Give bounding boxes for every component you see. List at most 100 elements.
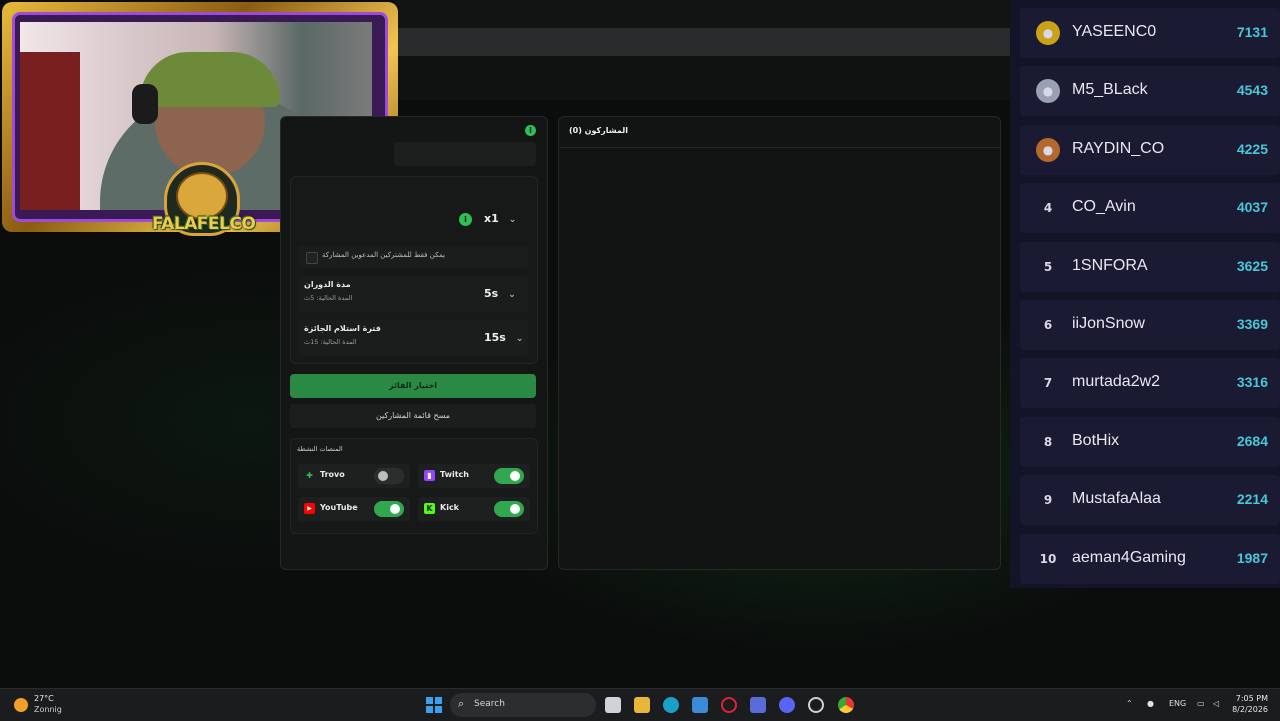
claim-period-title: فترة استلام الجائزة	[304, 324, 381, 333]
chevron-up-icon[interactable]: ⌃	[1126, 699, 1133, 708]
multiplier-select[interactable]: x1 ⌄	[484, 209, 516, 229]
leaderboard-name: CO_Avin	[1072, 198, 1136, 215]
leaderboard-score: 2684	[1236, 433, 1268, 449]
taskbar: 27°C Zonnig ⌕ Search ⌃ ● ENG ▭ ◁ 7:05 PM…	[0, 688, 1280, 721]
pick-winner-button[interactable]: اختيار الفائز	[290, 374, 536, 398]
platform-name: YouTube	[320, 503, 358, 512]
leaderboard-name: MustafaAlaa	[1072, 490, 1161, 507]
search-icon: ⌕	[458, 697, 465, 710]
address-bar[interactable]	[395, 28, 1010, 58]
spin-duration-title: مدة الدوران	[304, 280, 351, 289]
info-icon[interactable]: i	[525, 125, 536, 136]
silver-medal-icon: ●	[1036, 79, 1060, 103]
file-explorer-icon[interactable]	[634, 697, 650, 713]
leaderboard-score: 4225	[1236, 141, 1268, 157]
settings-icon[interactable]	[808, 697, 824, 713]
logo-mascot-icon	[176, 172, 228, 220]
leaderboard-row: 5 1SNFORA 3625	[1020, 242, 1280, 292]
keyword-input[interactable]	[394, 142, 536, 166]
leaderboard-score: 4543	[1236, 82, 1268, 98]
webcam-chair	[20, 52, 80, 210]
leaderboard-row: 7 murtada2w2 3316	[1020, 358, 1280, 408]
webcam-cap	[140, 52, 280, 107]
leaderboard-row: 10 aeman4Gaming 1987	[1020, 534, 1280, 584]
platform-kick: K Kick	[418, 497, 530, 521]
weather-temperature[interactable]: 27°C	[34, 694, 54, 703]
edge-icon[interactable]	[663, 697, 679, 713]
active-platforms-title: المنصات النشطة	[297, 445, 343, 453]
subscribers-only-row[interactable]: يمكن فقط للمشتركين المدعوين المشاركة	[298, 246, 528, 268]
leaderboard-rank: 4	[1043, 201, 1053, 215]
microphone-icon[interactable]: ●	[1147, 699, 1154, 708]
leaderboard-name: YASEENC0	[1072, 23, 1157, 40]
opera-icon[interactable]	[721, 697, 737, 713]
app-icon[interactable]	[750, 697, 766, 713]
leaderboard-score: 2214	[1236, 491, 1268, 507]
taskbar-search[interactable]: ⌕ Search	[450, 693, 596, 717]
page-header	[395, 56, 1010, 100]
toggle-knob	[390, 504, 400, 514]
store-icon[interactable]	[692, 697, 708, 713]
chrome-icon[interactable]	[838, 697, 854, 713]
leaderboard-score: 1987	[1236, 550, 1268, 566]
headset-icon	[132, 84, 158, 124]
kick-icon: K	[424, 503, 435, 514]
network-icon[interactable]: ▭	[1197, 699, 1205, 708]
logo-text: FALAFELCO	[152, 214, 256, 234]
spin-duration-select[interactable]: 5s ⌄	[484, 284, 516, 304]
twitch-toggle[interactable]	[494, 468, 524, 484]
claim-period-subtitle: المدة الحالية: 15ث	[304, 338, 357, 346]
leaderboard-row: ● YASEENC0 7131	[1020, 8, 1280, 58]
language-indicator[interactable]: ENG	[1169, 699, 1186, 708]
weather-description[interactable]: Zonnig	[34, 705, 62, 714]
leaderboard-score: 3625	[1236, 258, 1268, 274]
kick-toggle[interactable]	[494, 501, 524, 517]
platform-name: Kick	[440, 503, 460, 512]
trovo-icon: ✚	[306, 471, 313, 480]
leaderboard-row: ● M5_BLack 4543	[1020, 66, 1280, 116]
task-view-icon[interactable]	[605, 697, 621, 713]
leaderboard-row: ● RAYDIN_CO 4225	[1020, 125, 1280, 175]
platform-trovo: ✚ Trovo	[298, 464, 410, 488]
gold-medal-icon: ●	[1036, 21, 1060, 45]
sun-icon[interactable]	[14, 698, 28, 712]
leaderboard-rank: 9	[1043, 493, 1053, 507]
leaderboard-score: 4037	[1236, 199, 1268, 215]
platform-name: Twitch	[440, 470, 469, 479]
toggle-knob	[510, 504, 520, 514]
search-label: Search	[474, 699, 505, 709]
clock-time[interactable]: 7:05 PM	[1226, 694, 1268, 703]
channel-logo: FALAFELCO	[152, 162, 256, 254]
discord-icon[interactable]	[779, 697, 795, 713]
trovo-toggle[interactable]	[374, 468, 404, 484]
leaderboard-rank: 8	[1043, 435, 1053, 449]
leaderboard-name: BotHix	[1072, 432, 1120, 449]
subscribers-only-checkbox[interactable]	[306, 252, 318, 264]
leaderboard-row: 4 CO_Avin 4037	[1020, 183, 1280, 233]
leaderboard-name: RAYDIN_CO	[1072, 140, 1165, 157]
participants-header: المشاركون (0)	[559, 117, 1000, 148]
platform-name: Trovo	[320, 470, 345, 479]
leaderboard: ● YASEENC0 7131 ● M5_BLack 4543 ● RAYDIN…	[1010, 0, 1280, 588]
leaderboard-row: 8 BotHix 2684	[1020, 417, 1280, 467]
clear-participants-button[interactable]: مسح قائمة المشاركين	[290, 404, 536, 428]
clock-date[interactable]: 8/2/2026	[1226, 705, 1268, 714]
youtube-toggle[interactable]	[374, 501, 404, 517]
leaderboard-row: 9 MustafaAlaa 2214	[1020, 475, 1280, 525]
chevron-down-icon: ⌄	[508, 215, 517, 225]
leaderboard-name: aeman4Gaming	[1072, 549, 1186, 566]
participants-panel: المشاركون (0)	[558, 116, 1001, 570]
spin-duration-value: 5s	[484, 287, 499, 300]
multiplier-info-icon[interactable]: i	[459, 213, 472, 226]
leaderboard-rank: 5	[1043, 260, 1053, 274]
leaderboard-score: 7131	[1236, 24, 1268, 40]
windows-start-icon[interactable]	[426, 697, 442, 713]
claim-period-select[interactable]: 15s ⌄	[484, 328, 523, 348]
leaderboard-score: 3369	[1236, 316, 1268, 332]
toggle-knob	[510, 471, 520, 481]
bronze-medal-icon: ●	[1036, 138, 1060, 162]
claim-period-value: 15s	[484, 331, 506, 344]
volume-icon[interactable]: ◁	[1213, 699, 1219, 708]
browser-top-area	[395, 0, 1010, 100]
leaderboard-name: iiJonSnow	[1072, 315, 1145, 332]
